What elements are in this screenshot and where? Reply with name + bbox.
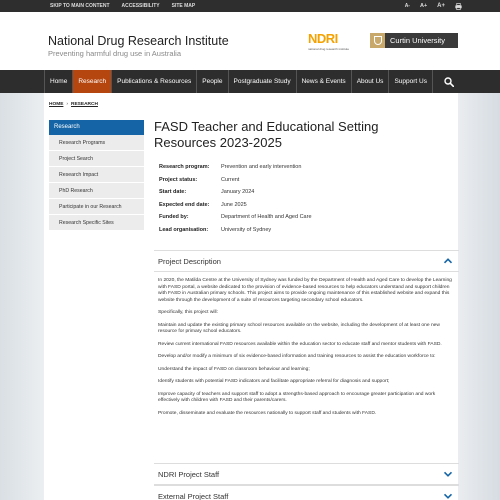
- breadcrumb-research[interactable]: RESEARCH: [71, 102, 98, 107]
- increase-text-large-button[interactable]: A+: [437, 3, 445, 9]
- info-label: Expected end date:: [159, 201, 210, 208]
- description-paragraph: Maintain and update the existing primary…: [158, 322, 440, 335]
- ndri-logo[interactable]: NDRI national drug research institute: [308, 32, 360, 60]
- accordion-ndri-project-staff: NDRI Project Staff: [154, 463, 459, 485]
- accordion-title: NDRI Project Staff: [158, 469, 220, 479]
- breadcrumb-home[interactable]: HOME: [49, 102, 63, 107]
- description-paragraph: Understand the impact of FASD on classro…: [158, 366, 310, 372]
- description-paragraph: Review current international FASD resour…: [158, 341, 442, 347]
- info-label: Start date:: [159, 189, 187, 196]
- accessibility-link[interactable]: ACCESSIBILITY: [122, 3, 160, 9]
- info-label: Research program:: [159, 164, 210, 171]
- description-paragraph: Identify students with potential FASD in…: [158, 379, 390, 384]
- sidebar: Research Research Programs Project Searc…: [49, 120, 144, 231]
- curtin-logo-text: Curtin University: [390, 36, 446, 45]
- description-paragraph: Promote, disseminate and evaluate the re…: [158, 410, 377, 416]
- description-paragraph: In 2020, the Matilda Centre at the Unive…: [158, 278, 452, 303]
- nav-about-us[interactable]: About Us: [352, 70, 390, 93]
- info-label: Project status:: [159, 176, 198, 183]
- skip-to-main-link[interactable]: SKIP TO MAIN CONTENT: [50, 3, 110, 9]
- sidebar-item-research-programs[interactable]: Research Programs: [49, 135, 144, 151]
- main-nav: Home Research Publications & Resources P…: [0, 70, 500, 93]
- breadcrumb-separator: ›: [66, 102, 69, 107]
- description-paragraph: Develop and/or modify a minimum of six e…: [158, 354, 436, 359]
- info-label: Lead organisation:: [159, 226, 209, 233]
- info-value: January 2024: [221, 189, 255, 196]
- accordion-header-external[interactable]: External Project Staff: [154, 485, 459, 500]
- accordion-project-description: Project Description In 2020, the Matilda…: [154, 250, 459, 429]
- info-value: Prevention and early intervention: [221, 164, 302, 171]
- accordion-title: External Project Staff: [158, 491, 229, 500]
- site-map-link[interactable]: SITE MAP: [172, 3, 196, 9]
- printer-icon[interactable]: [455, 2, 462, 10]
- main-content: HOME › RESEARCH Research Research Progra…: [44, 93, 459, 500]
- sidebar-item-research-impact[interactable]: Research Impact: [49, 167, 144, 183]
- chevron-down-icon[interactable]: [443, 469, 453, 479]
- accordion-header-description[interactable]: Project Description: [154, 250, 459, 272]
- chevron-down-icon[interactable]: [443, 491, 453, 500]
- chevron-up-icon[interactable]: [443, 256, 453, 266]
- accordion-external-project-staff: External Project Staff: [154, 485, 459, 500]
- info-value: Current: [221, 176, 240, 183]
- increase-text-button[interactable]: A+: [420, 3, 427, 9]
- info-value: Department of Health and Aged Care: [221, 214, 312, 221]
- breadcrumb: HOME › RESEARCH: [49, 102, 98, 107]
- search-icon[interactable]: [444, 77, 454, 87]
- decrease-text-button[interactable]: A-: [405, 3, 410, 9]
- nav-news-events[interactable]: News & Events: [297, 70, 352, 93]
- project-info: Research program: Prevention and early i…: [159, 161, 312, 236]
- info-row: Funded by: Department of Health and Aged…: [159, 211, 312, 224]
- nav-publications-resources[interactable]: Publications & Resources: [112, 70, 198, 93]
- description-paragraph: Improve capacity of teachers and support…: [158, 391, 436, 404]
- nav-home[interactable]: Home: [44, 70, 74, 93]
- accordion-header-staff[interactable]: NDRI Project Staff: [154, 463, 459, 485]
- site-title[interactable]: National Drug Research Institute: [48, 34, 229, 48]
- site-header: National Drug Research Institute Prevent…: [0, 12, 500, 70]
- ndri-logo-text: NDRI: [308, 31, 338, 46]
- text-size-controls: A- A+ A+: [405, 2, 462, 10]
- info-row: Lead organisation: University of Sydney: [159, 224, 312, 237]
- sidebar-heading-research[interactable]: Research: [49, 120, 144, 135]
- nav-postgraduate-study[interactable]: Postgraduate Study: [229, 70, 297, 93]
- sidebar-item-project-search[interactable]: Project Search: [49, 151, 144, 167]
- nav-people[interactable]: People: [197, 70, 229, 93]
- info-row: Project status: Current: [159, 174, 312, 187]
- info-value: University of Sydney: [221, 226, 272, 233]
- curtin-logo[interactable]: Curtin University: [370, 33, 458, 48]
- nav-support-us[interactable]: Support Us: [389, 70, 433, 93]
- page-title: FASD Teacher and Educational Setting Res…: [154, 119, 379, 150]
- info-value: June 2025: [221, 201, 247, 208]
- utility-bar: SKIP TO MAIN CONTENT ACCESSIBILITY SITE …: [0, 0, 500, 12]
- info-label: Funded by:: [159, 214, 189, 221]
- accordion-body-description: In 2020, the Matilda Centre at the Unive…: [154, 272, 459, 429]
- description-paragraph: Specifically, this project will:: [158, 310, 218, 315]
- info-row: Start date: January 2024: [159, 186, 312, 199]
- info-row: Expected end date: June 2025: [159, 199, 312, 212]
- sidebar-item-phd-research[interactable]: PhD Research: [49, 183, 144, 199]
- nav-research[interactable]: Research: [73, 70, 113, 93]
- curtin-crest-icon: [370, 33, 385, 48]
- ndri-logo-subtitle: national drug research institute: [308, 47, 350, 51]
- accordion-title: Project Description: [158, 256, 221, 266]
- info-row: Research program: Prevention and early i…: [159, 161, 312, 174]
- sidebar-item-participate[interactable]: Participate in our Research: [49, 199, 144, 215]
- site-tagline: Preventing harmful drug use in Australia: [48, 49, 181, 58]
- sidebar-item-research-sites[interactable]: Research Specific Sites: [49, 215, 144, 231]
- utility-links: SKIP TO MAIN CONTENT ACCESSIBILITY SITE …: [50, 3, 195, 9]
